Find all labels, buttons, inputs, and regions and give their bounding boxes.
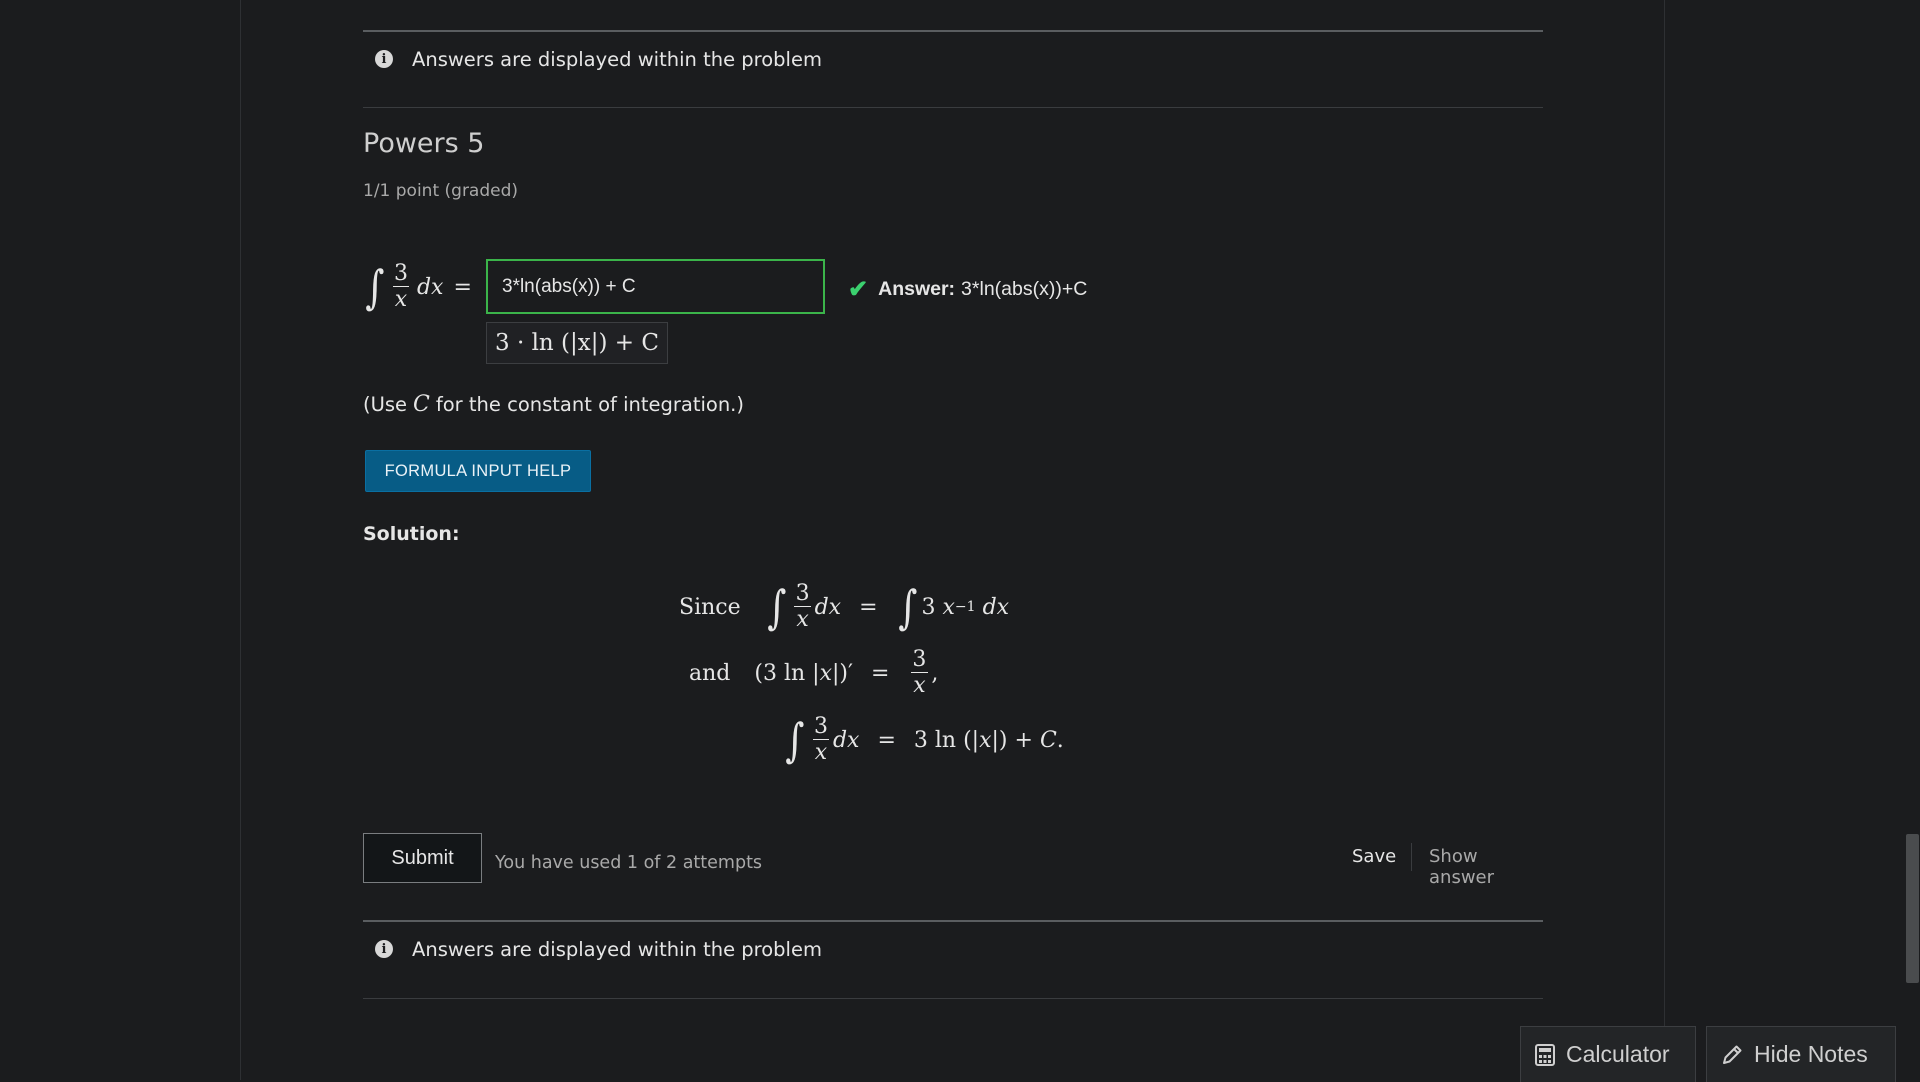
- formula-input-help-button[interactable]: FORMULA INPUT HELP: [365, 450, 591, 492]
- info-icon: i: [375, 940, 393, 958]
- integration-constant-hint: (Use C for the constant of integration.): [363, 392, 744, 417]
- divider: [363, 30, 1543, 32]
- divider: [363, 920, 1543, 922]
- check-icon: ✔: [848, 276, 869, 303]
- divider: [363, 107, 1543, 108]
- solution-line-1: Since ∫ 3x dx = ∫ 3 x −1 dx: [679, 580, 1010, 634]
- hide-notes-label: Hide Notes: [1754, 1041, 1868, 1067]
- answer-value: 3*ln(abs(x))+C: [961, 278, 1088, 300]
- correct-feedback: ✔ Answer: 3*ln(abs(x))+C: [848, 275, 1087, 304]
- hint-variable: C: [413, 392, 430, 417]
- divider: [363, 998, 1543, 999]
- problem-progress: 1/1 point (graded): [363, 181, 519, 201]
- problem-container: i Answers are displayed within the probl…: [363, 0, 1543, 1080]
- scrollbar-thumb[interactable]: [1906, 834, 1919, 983]
- submit-button[interactable]: Submit: [363, 833, 482, 883]
- attempts-status: You have used 1 of 2 attempts: [495, 853, 763, 873]
- hint-prefix: (Use: [363, 393, 408, 416]
- action-divider: [1411, 843, 1412, 871]
- calculator-button[interactable]: Calculator: [1520, 1026, 1696, 1082]
- answer-label: Answer:: [878, 278, 956, 300]
- course-frame-left-border: [240, 0, 241, 1080]
- solution-label: Solution:: [363, 523, 460, 545]
- pencil-icon: [1721, 1044, 1743, 1066]
- answer-input[interactable]: [486, 259, 825, 314]
- calculator-label: Calculator: [1566, 1041, 1670, 1067]
- notice-text: Answers are displayed within the problem: [412, 937, 822, 961]
- show-answer-button[interactable]: Show answer: [1429, 846, 1543, 888]
- hide-notes-button[interactable]: Hide Notes: [1706, 1026, 1896, 1082]
- answers-notice-top: i Answers are displayed within the probl…: [375, 45, 822, 73]
- solution-word-and: and: [689, 660, 731, 686]
- solution-line-3: ∫ 3x dx = 3 ln (|x|) + C.: [785, 713, 1064, 767]
- solution-word-since: Since: [679, 594, 741, 620]
- notice-text: Answers are displayed within the problem: [412, 47, 822, 71]
- answer-preview: 3 · ln (|x|) + C: [486, 322, 668, 364]
- hint-suffix: for the constant of integration.): [435, 393, 744, 416]
- question-equation: ∫ 3x dx =: [365, 260, 472, 314]
- info-icon: i: [375, 50, 393, 68]
- save-button[interactable]: Save: [1352, 846, 1396, 867]
- problem-title: Powers 5: [363, 128, 485, 159]
- solution-line-2: and (3 ln |x|)′ = 3x,: [689, 646, 939, 698]
- calculator-icon: [1535, 1043, 1555, 1066]
- answers-notice-bottom: i Answers are displayed within the probl…: [375, 935, 822, 963]
- course-frame-right-border: [1664, 0, 1665, 1080]
